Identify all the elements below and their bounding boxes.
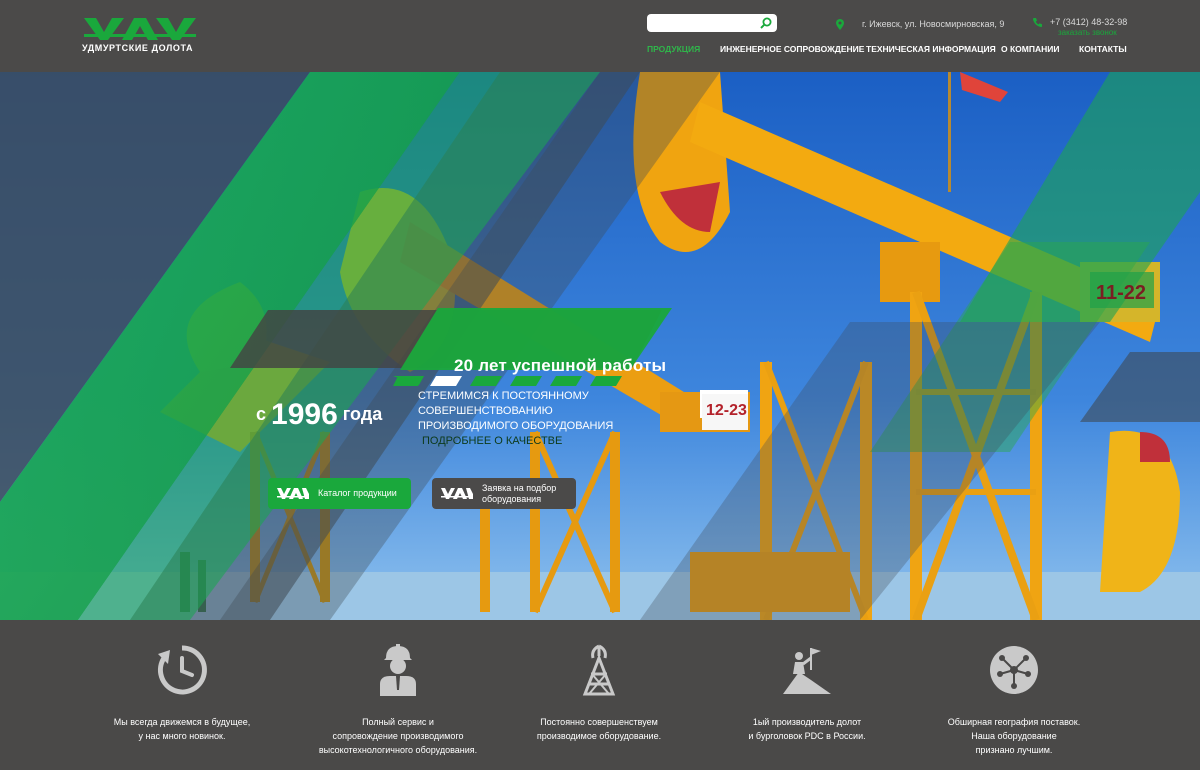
- logo-mark-icon: [84, 18, 196, 40]
- nav-item-tech-info[interactable]: ТЕХНИЧЕСКАЯ ИНФОРМАЦИЯ: [866, 44, 996, 54]
- address-text: г. Ижевск, ул. Новосмирновская, 9: [862, 19, 1005, 29]
- catalog-button-label: Каталог продукции: [318, 488, 397, 498]
- search-button[interactable]: [759, 16, 773, 30]
- search-box: [647, 14, 777, 34]
- feature-item: Полный сервис и сопровождение производим…: [298, 620, 498, 770]
- since-prefix: с: [256, 404, 267, 424]
- location-pin-icon: [836, 18, 844, 30]
- callback-link[interactable]: заказать звонок: [1058, 28, 1117, 37]
- nav-item-engineering[interactable]: ИНЖЕНЕРНОЕ СОПРОВОЖДЕНИЕ: [720, 44, 864, 54]
- feature-item: Мы всегда движемся в будущее, у нас мног…: [82, 620, 282, 770]
- feature-text: 1ый производитель долот и бурголовок PDC…: [748, 717, 866, 741]
- request-button-label: Заявка на подбор оборудования: [482, 482, 557, 504]
- feature-item: 1ый производитель долот и бурголовок PDC…: [707, 620, 907, 770]
- nav-item-products[interactable]: ПРОДУКЦИЯ: [647, 44, 700, 54]
- oil-rig-icon: [582, 644, 616, 696]
- feature-item: Постоянно совершенствуем производимое об…: [499, 620, 699, 770]
- well-number-plate: 11-22: [1096, 282, 1147, 304]
- phone-number[interactable]: +7 (3412) 48-32-98: [1050, 17, 1127, 27]
- hero-tagline: СТРЕМИМСЯ К ПОСТОЯННОМУ СОВЕРШЕНСТВОВАНИ…: [418, 389, 650, 449]
- nav-item-about[interactable]: О КОМПАНИИ: [1001, 44, 1059, 54]
- clock-arrow-icon: [157, 645, 207, 695]
- features-strip: Мы всегда движемся в будущее, у нас мног…: [0, 620, 1200, 770]
- address: г. Ижевск, ул. Новосмирновская, 9: [836, 17, 1004, 31]
- main-nav: ПРОДУКЦИЯ ИНЖЕНЕРНОЕ СОПРОВОЖДЕНИЕ ТЕХНИ…: [0, 44, 1200, 56]
- hero-background: [0, 72, 1200, 620]
- nav-item-contacts[interactable]: КОНТАКТЫ: [1079, 44, 1127, 54]
- since-suffix: года: [342, 404, 383, 424]
- feature-text: Обширная география поставок. Наша оборуд…: [947, 717, 1081, 755]
- request-button[interactable]: Заявка на подбор оборудования: [432, 478, 576, 509]
- header: УДМУРТСКИЕ ДОЛОТА г. Ижевск, ул. Новосми…: [0, 0, 1200, 72]
- catalog-button[interactable]: Каталог продукции: [268, 478, 411, 509]
- feature-text: Полный сервис и сопровождение производим…: [318, 717, 478, 755]
- logo-mark-icon: [277, 487, 309, 499]
- since-year-heading: с 1996 года: [256, 398, 382, 432]
- search-icon: [760, 17, 772, 29]
- search-input[interactable]: [647, 15, 755, 34]
- hero-slogan: 20 лет успешной работы: [454, 356, 667, 375]
- page: УДМУРТСКИЕ ДОЛОТА г. Ижевск, ул. Новосми…: [0, 0, 1200, 770]
- logo-mark-icon: [441, 487, 473, 499]
- feature-text: Мы всегда движемся в будущее, у нас мног…: [113, 717, 251, 741]
- well-number-plate: 12-23: [706, 402, 747, 419]
- feature-text: Постоянно совершенствуем производимое об…: [536, 717, 662, 741]
- network-icon: [990, 646, 1038, 694]
- phone-icon: [1032, 18, 1042, 28]
- quality-link[interactable]: ПОДРОБНЕЕ О КАЧЕСТВЕ: [422, 435, 562, 447]
- summit-flag-icon: [783, 648, 831, 694]
- hero-banner: 11-22 12-23 20 лет успешной работы с 199…: [0, 72, 1200, 620]
- feature-item: Обширная география поставок. Наша оборуд…: [914, 620, 1114, 770]
- tagline-text: СТРЕМИМСЯ К ПОСТОЯННОМУ СОВЕРШЕНСТВОВАНИ…: [418, 390, 614, 432]
- engineer-icon: [380, 644, 416, 696]
- since-year: 1996: [271, 398, 338, 431]
